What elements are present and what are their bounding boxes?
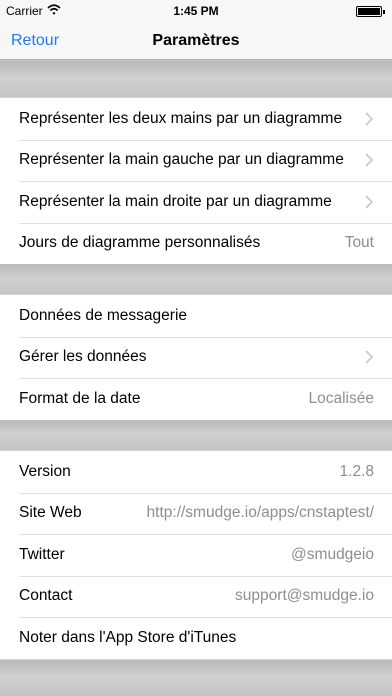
row-label: Gérer les données: [19, 348, 147, 366]
row-manage-data[interactable]: Gérer les données: [0, 336, 392, 379]
website-link[interactable]: http://smudge.io/apps/cnstaptest/: [147, 504, 374, 522]
chevron-right-icon: [365, 153, 374, 167]
status-bar: Carrier 1:45 PM: [0, 0, 392, 22]
chevron-right-icon: [365, 350, 374, 364]
contact-email-link[interactable]: support@smudge.io: [235, 587, 374, 605]
section-gap: [0, 61, 392, 98]
row-value: Tout: [344, 234, 374, 252]
row-website[interactable]: Site Web http://smudge.io/apps/cnstaptes…: [0, 492, 392, 535]
chevron-right-icon: [365, 195, 374, 209]
row-label: Représenter la main gauche par un diagra…: [19, 151, 344, 169]
status-time: 1:45 PM: [173, 4, 219, 18]
section-gap: [0, 420, 392, 451]
section-gap: [0, 660, 392, 696]
row-diagram-both-hands[interactable]: Représenter les deux mains par un diagra…: [0, 98, 392, 140]
row-custom-diagram-days[interactable]: Jours de diagramme personnalisés Tout: [0, 222, 392, 265]
navigation-bar: Retour Paramètres: [0, 22, 392, 60]
row-label: Site Web: [19, 504, 82, 522]
row-value: Localisée: [308, 389, 375, 407]
row-diagram-left-hand[interactable]: Représenter la main gauche par un diagra…: [0, 139, 392, 182]
row-diagram-right-hand[interactable]: Représenter la main droite par un diagra…: [0, 181, 392, 223]
row-contact[interactable]: Contact support@smudge.io: [0, 575, 392, 618]
settings-group-data: Données de messagerie Gérer les données …: [0, 294, 392, 421]
twitter-link[interactable]: @smudgeio: [291, 546, 374, 564]
settings-group-diagrams: Représenter les deux mains par un diagra…: [0, 97, 392, 265]
chevron-right-icon: [365, 112, 374, 126]
row-version: Version 1.2.8: [0, 451, 392, 493]
row-label: Noter dans l'App Store d'iTunes: [19, 628, 237, 646]
row-date-format[interactable]: Format de la date Localisée: [0, 378, 392, 420]
battery-icon: [356, 6, 385, 17]
row-label: Twitter: [19, 545, 65, 563]
section-gap: [0, 264, 392, 295]
row-label: Contact: [19, 587, 73, 605]
row-label: Données de messagerie: [19, 306, 188, 324]
row-label: Format de la date: [19, 389, 141, 407]
row-rate-app-store[interactable]: Noter dans l'App Store d'iTunes: [0, 617, 392, 659]
row-twitter[interactable]: Twitter @smudgeio: [0, 534, 392, 576]
row-label: Version: [19, 462, 71, 480]
row-label: Jours de diagramme personnalisés: [19, 234, 261, 252]
row-label: Représenter les deux mains par un diagra…: [19, 109, 343, 127]
row-label: Représenter la main droite par un diagra…: [19, 192, 332, 210]
row-messaging-data[interactable]: Données de messagerie: [0, 295, 392, 337]
page-title: Paramètres: [152, 32, 240, 49]
settings-group-about: Version 1.2.8 Site Web http://smudge.io/…: [0, 450, 392, 660]
row-value: 1.2.8: [339, 462, 374, 480]
